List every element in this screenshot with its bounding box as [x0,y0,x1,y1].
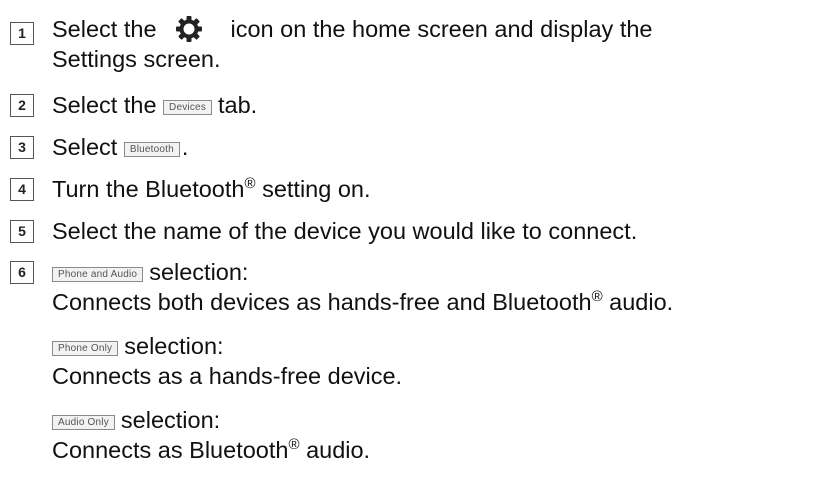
bluetooth-button: Bluetooth [123,142,180,157]
option-phone-only: Phone Only selection: Connects as a hands… [52,333,403,389]
audio-only-button: Audio Only [52,415,115,430]
phone-only-button: Phone Only [52,341,119,356]
step-3: 3 Select Bluetooth. [10,132,827,162]
step-2: 2 Select the Devices tab. [10,90,827,120]
step-number: 2 [10,94,34,117]
step-5: 5 Select the name of the device you woul… [10,216,827,246]
option-phone-and-audio: Phone and Audio selection: Connects both … [52,259,674,315]
step-text: Select the icon on the home screen and di… [52,15,653,43]
registered-mark: ® [288,436,300,453]
step-text-line2: Settings screen. [52,46,221,72]
step-number: 3 [10,136,34,159]
step-number: 5 [10,220,34,243]
step-number: 4 [10,178,34,201]
step-number: 6 [10,261,34,284]
phone-and-audio-button: Phone and Audio [52,267,144,282]
step-4: 4 Turn the Bluetooth® setting on. [10,174,827,204]
registered-mark: ® [244,175,256,192]
option-audio-only: Audio Only selection: Connects as Bluetoo… [52,407,371,463]
gear-icon [175,15,203,43]
registered-mark: ® [591,288,603,305]
step-number: 1 [10,22,34,45]
devices-tab-button: Devices [163,100,213,115]
step-1: 1 Select the icon on the home screen and … [10,14,827,74]
step-6: 6 Phone and Audio selection: Connects bot… [10,257,827,465]
